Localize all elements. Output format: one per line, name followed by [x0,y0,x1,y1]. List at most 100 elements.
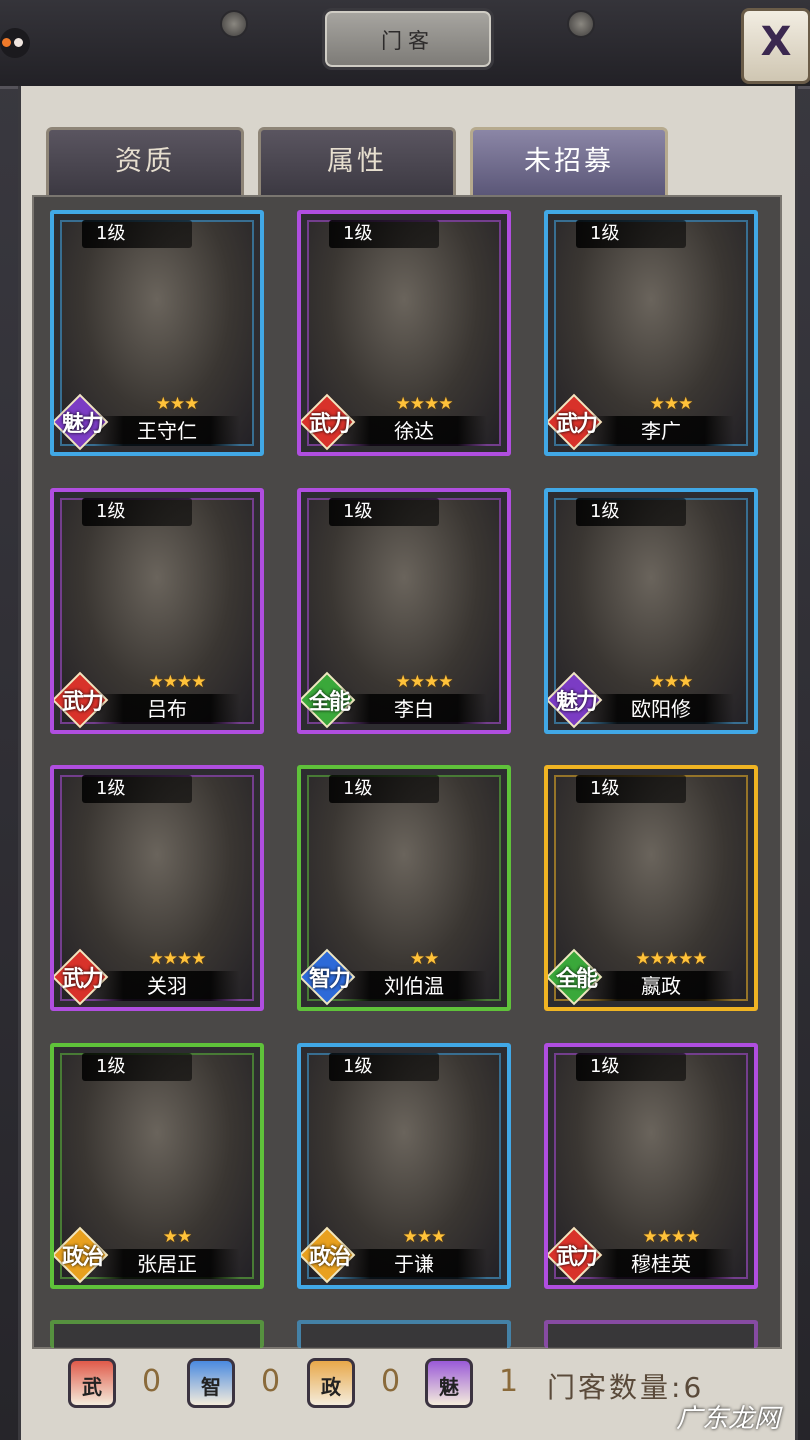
hero-stars: ★★ [409,949,439,969]
hero-card[interactable]: 1级 ★★★★ 徐达 武力 [297,210,511,456]
hero-name: 关羽 [94,971,240,1001]
hero-card[interactable]: 1级 ★★ 张居正 政治 [50,1043,264,1289]
hero-card[interactable]: 1级 ★★★ 欧阳修 魅力 [544,488,758,734]
resource-label: 智 [201,1375,221,1399]
tab-label: 未招募 [524,146,614,177]
scroll-icon-intellect: 智 [187,1358,235,1408]
hero-card[interactable]: 1级 ★★★ 王守仁 魅力 [50,210,264,456]
tab-unrecruited[interactable]: 未招募 [470,127,668,195]
hero-level: 1级 [82,498,192,526]
attribute-label: 魅力 [61,412,104,437]
hero-level: 1级 [82,775,192,803]
scroll-icon-politics: 政 [307,1358,355,1408]
tab-label: 资质 [115,146,175,177]
hero-name: 李白 [341,694,487,724]
hero-stars: ★★★★ [148,672,207,692]
notification-dots[interactable] [0,28,30,58]
resource-bar: 武 0 智 0 政 0 魅 1 门客数量:6 [32,1350,778,1420]
retainer-count-label: 门客数量: [547,1371,684,1404]
hero-name: 嬴政 [588,971,734,1001]
hero-card[interactable]: 1级 ★★★★ 李白 全能 [297,488,511,734]
attribute-badge: 政治 [301,1226,357,1285]
hero-name: 欧阳修 [588,694,734,724]
hero-card[interactable]: 1级 ★★★★ 穆桂英 武力 [544,1043,758,1289]
hero-level: 1级 [576,775,686,803]
attribute-label: 武力 [308,412,351,437]
hero-level: 1级 [82,1053,192,1081]
hero-card[interactable]: 1级 ★★★ 李广 武力 [544,210,758,456]
scroll-icon-charm: 魅 [425,1358,473,1408]
attribute-label: 武力 [555,1245,598,1270]
hero-stars: ★★ [162,1227,192,1247]
attribute-badge: 全能 [548,948,604,1007]
hero-card-partial[interactable] [544,1320,758,1348]
hero-card[interactable]: 1级 ★★★★ 吕布 武力 [50,488,264,734]
hero-name: 王守仁 [94,416,240,446]
attribute-badge: 全能 [301,671,357,730]
game-window: 门客 X 资质 属性 未招募 1级 ★★★ 王守仁 魅力 1级 ★★★★ 徐达 武力 1级 ★★★… [0,0,810,1440]
hero-stars: ★★★★ [395,394,454,414]
close-button[interactable]: X [741,8,810,84]
hero-card[interactable]: 1级 ★★★★ 关羽 武力 [50,765,264,1011]
hero-stars: ★★★★ [395,672,454,692]
attribute-badge: 魅力 [54,393,110,452]
rivet-icon [567,10,595,38]
watermark: 广东龙网 [676,1404,781,1434]
hero-level: 1级 [329,1053,439,1081]
hero-name: 李广 [588,416,734,446]
hero-level: 1级 [576,498,686,526]
hero-name: 徐达 [341,416,487,446]
attribute-label: 武力 [555,412,598,437]
hero-stars: ★★★★ [148,949,207,969]
hero-level: 1级 [329,498,439,526]
resource-label: 魅 [439,1375,459,1399]
hero-level: 1级 [329,220,439,248]
scroll-icon-strength: 武 [68,1358,116,1408]
resource-label: 政 [321,1375,341,1399]
attribute-label: 全能 [555,967,598,992]
resource-count: 0 [381,1364,401,1399]
attribute-badge: 武力 [548,1226,604,1285]
resource-count: 1 [499,1364,519,1399]
attribute-badge: 武力 [54,948,110,1007]
hero-name: 张居正 [94,1249,240,1279]
attribute-label: 全能 [308,690,351,715]
attribute-badge: 智力 [301,948,357,1007]
hero-level: 1级 [329,775,439,803]
attribute-badge: 政治 [54,1226,110,1285]
hero-stars: ★★★ [402,1227,447,1247]
attribute-label: 武力 [61,690,104,715]
resource-count: 0 [142,1364,162,1399]
hero-card-partial[interactable] [297,1320,511,1348]
hero-name: 于谦 [341,1249,487,1279]
close-icon: X [760,19,792,65]
title-plate: 门客 [322,8,494,70]
hero-card[interactable]: 1级 ★★ 刘伯温 智力 [297,765,511,1011]
attribute-badge: 武力 [548,393,604,452]
resource-count: 0 [261,1364,281,1399]
tab-qualification[interactable]: 资质 [46,127,244,195]
hero-name: 吕布 [94,694,240,724]
tab-attributes[interactable]: 属性 [258,127,456,195]
hero-card-partial[interactable] [50,1320,264,1348]
attribute-label: 智力 [308,967,351,992]
hero-level: 1级 [576,1053,686,1081]
hero-level: 1级 [576,220,686,248]
page-title: 门客 [381,29,435,53]
hero-stars: ★★★★ [642,1227,701,1247]
hero-card[interactable]: 1级 ★★★★★ 嬴政 全能 [544,765,758,1011]
attribute-label: 武力 [61,967,104,992]
hero-stars: ★★★ [649,672,694,692]
rivet-icon [220,10,248,38]
hero-level: 1级 [82,220,192,248]
tab-label: 属性 [327,146,387,177]
top-bar: 门客 X [0,0,810,89]
hero-name: 穆桂英 [588,1249,734,1279]
hero-card[interactable]: 1级 ★★★ 于谦 政治 [297,1043,511,1289]
hero-stars: ★★★★★ [635,949,707,969]
hero-name: 刘伯温 [341,971,487,1001]
attribute-badge: 魅力 [548,671,604,730]
attribute-label: 魅力 [555,690,598,715]
attribute-label: 政治 [308,1245,351,1270]
resource-label: 武 [82,1375,102,1399]
